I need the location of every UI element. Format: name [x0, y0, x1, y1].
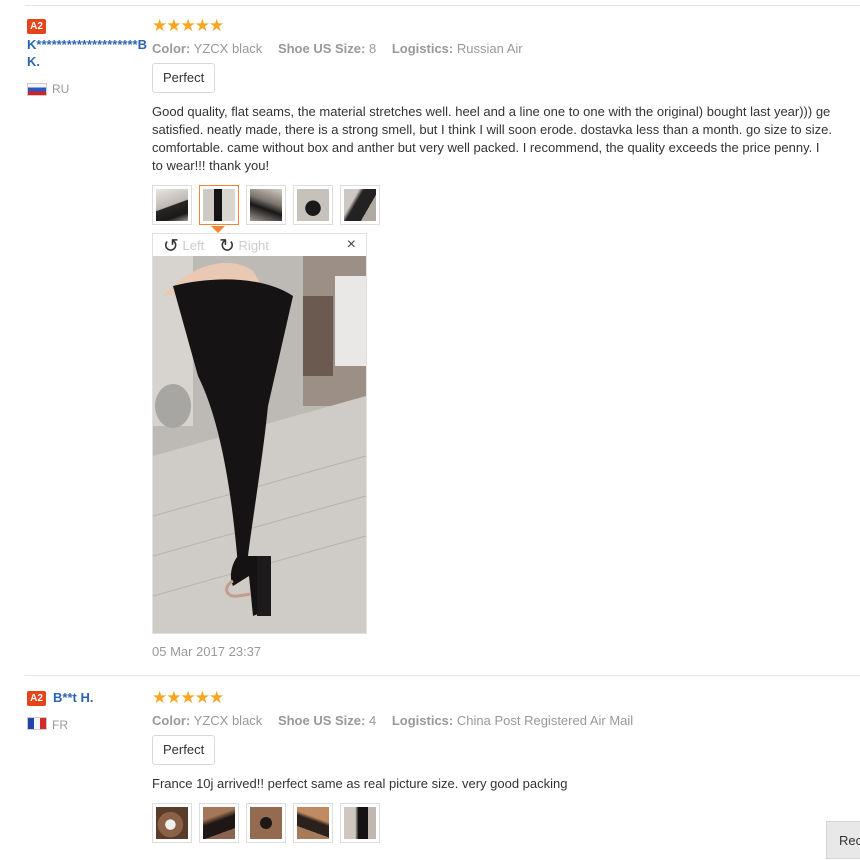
rating-stars: ★★★★★	[152, 16, 224, 35]
logistics-label: Logistics:	[391, 713, 454, 728]
buyer-country: FR	[52, 718, 68, 732]
review-text-line: Good quality, flat seams, the material s…	[152, 104, 831, 119]
order-info: Color: YZCX black Shoe US Size: 8 Logist…	[152, 41, 523, 56]
report-button[interactable]: Rec	[826, 821, 860, 859]
color-value: YZCX black	[193, 713, 263, 728]
review-photo-thumb[interactable]	[293, 185, 333, 225]
close-icon[interactable]: ×	[347, 237, 356, 253]
review-photo-thumb[interactable]	[293, 803, 333, 843]
review-photo-thumb[interactable]	[152, 803, 192, 843]
buyer-name[interactable]: K********************B	[27, 36, 147, 54]
review-text-line: France 10j arrived!! perfect same as rea…	[152, 776, 568, 791]
review-photo-thumb[interactable]	[340, 185, 380, 225]
review-divider	[25, 675, 860, 676]
size-value: 4	[368, 713, 377, 728]
photo-viewer-toolbar: ↺ Left ↻ Right ×	[153, 234, 366, 258]
buyer-country: RU	[52, 82, 70, 96]
logistics-label: Logistics:	[391, 41, 454, 56]
review-photo-large	[153, 256, 366, 633]
review-photo-thumb[interactable]	[246, 185, 286, 225]
rotate-right-icon: ↻	[219, 236, 235, 257]
russia-flag-icon	[27, 83, 47, 96]
review-text: Good quality, flat seams, the material s…	[152, 103, 832, 175]
review-tag: Perfect	[152, 735, 216, 765]
photo-viewer: ↺ Left ↻ Right ×	[152, 233, 367, 634]
review-text-line: comfortable. came without box and anther…	[152, 140, 820, 155]
review-photo-thumb-selected[interactable]	[199, 185, 239, 225]
review-date: 05 Mar 2017 23:37	[152, 644, 262, 659]
rotate-left-label: Left	[182, 238, 205, 253]
buyer-level-badge: A2	[27, 691, 46, 706]
size-label: Shoe US Size:	[277, 713, 366, 728]
color-label: Color:	[152, 41, 191, 56]
color-label: Color:	[152, 713, 191, 728]
review-photo-thumb[interactable]	[246, 803, 286, 843]
review-text: France 10j arrived!! perfect same as rea…	[152, 775, 567, 793]
review-photo-thumb[interactable]	[152, 185, 192, 225]
buyer-name[interactable]: B**t H.	[53, 689, 93, 707]
order-info: Color: YZCX black Shoe US Size: 4 Logist…	[152, 713, 633, 728]
buyer-level-badge: A2	[27, 19, 46, 34]
logistics-value: China Post Registered Air Mail	[456, 713, 634, 728]
review-photo-thumb[interactable]	[199, 803, 239, 843]
rotate-left-icon: ↺	[163, 236, 179, 257]
review-tag: Perfect	[152, 63, 216, 93]
review-text-line: to wear!!! thank you!	[152, 158, 270, 173]
rotate-left-button[interactable]: ↺ Left	[163, 235, 204, 258]
logistics-value: Russian Air	[456, 41, 523, 56]
review-photo-thumb[interactable]	[340, 803, 380, 843]
review-text-line: satisfied. neatly made, there is a stron…	[152, 122, 832, 137]
rotate-right-label: Right	[238, 238, 269, 253]
color-value: YZCX black	[193, 41, 263, 56]
rating-stars: ★★★★★	[152, 688, 224, 707]
review-divider	[25, 5, 860, 6]
buyer-name-line2[interactable]: K.	[27, 53, 40, 71]
rotate-right-button[interactable]: ↻ Right	[219, 235, 269, 258]
size-value: 8	[368, 41, 377, 56]
size-label: Shoe US Size:	[277, 41, 366, 56]
selected-thumb-pointer	[211, 226, 225, 233]
france-flag-icon	[27, 717, 47, 730]
